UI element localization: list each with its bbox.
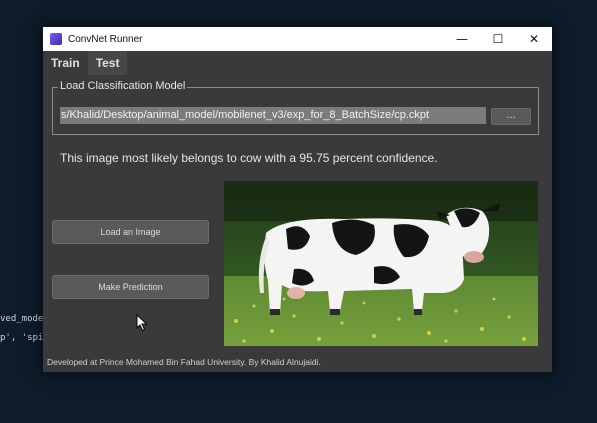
convnet-runner-window: ConvNet Runner — ☐ ✕ Train Test Load Cla… bbox=[43, 27, 552, 372]
footer-credit: Developed at Prince Mohamed Bin Fahad Un… bbox=[47, 357, 321, 367]
cow-photo bbox=[224, 181, 538, 346]
app-icon bbox=[50, 33, 62, 45]
tab-bar: Train Test bbox=[43, 51, 128, 75]
prediction-result-text: This image most likely belongs to cow wi… bbox=[60, 151, 438, 165]
make-prediction-button[interactable]: Make Prediction bbox=[52, 275, 209, 299]
minimize-icon[interactable]: — bbox=[444, 27, 480, 51]
cow-image bbox=[224, 181, 538, 346]
maximize-icon[interactable]: ☐ bbox=[480, 27, 516, 51]
model-path-field[interactable]: s/Khalid/Desktop/animal_model/mobilenet_… bbox=[60, 107, 486, 124]
window-controls: — ☐ ✕ bbox=[444, 27, 552, 51]
close-icon[interactable]: ✕ bbox=[516, 27, 552, 51]
tab-test[interactable]: Test bbox=[87, 51, 128, 75]
window-title: ConvNet Runner bbox=[68, 33, 143, 45]
browse-button[interactable]: ... bbox=[491, 108, 531, 125]
background-code-line: p', 'spi bbox=[0, 333, 44, 343]
mouse-cursor-icon bbox=[136, 314, 148, 332]
tab-train[interactable]: Train bbox=[43, 51, 88, 75]
load-model-group: Load Classification Model s/Khalid/Deskt… bbox=[52, 80, 539, 135]
title-bar[interactable]: ConvNet Runner — ☐ ✕ bbox=[43, 27, 552, 51]
group-legend: Load Classification Model bbox=[58, 80, 188, 92]
background-code-line: ved_mode bbox=[0, 314, 44, 324]
load-image-button[interactable]: Load an Image bbox=[52, 220, 209, 244]
